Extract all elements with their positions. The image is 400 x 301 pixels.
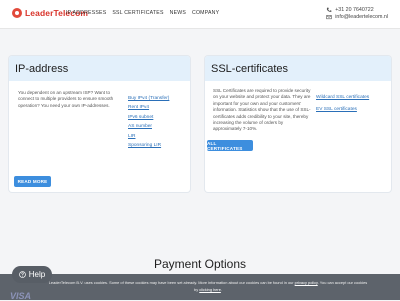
ip-links: Buy IPv4 (Transfer) Rent IPv4 IPv6 subne… bbox=[128, 96, 169, 152]
ip-address-card: IP-address You dependent on an upstream … bbox=[9, 56, 190, 192]
nav-ip-addresses[interactable]: IP ADDRESSES bbox=[66, 10, 106, 16]
phone-icon bbox=[327, 7, 332, 12]
accept-cookies-link[interactable]: clicking here bbox=[199, 287, 221, 292]
main-nav: IP ADDRESSES SSL CERTIFICATES NEWS COMPA… bbox=[66, 10, 219, 16]
ssl-card-title: SSL-certificates bbox=[205, 56, 391, 81]
logo-icon bbox=[12, 8, 22, 18]
cookie-bar: LeaderTelecom B.V. uses cookies. Some of… bbox=[0, 274, 400, 300]
help-label: Help bbox=[28, 270, 46, 279]
phone-number: +31 20 7640722 bbox=[335, 6, 374, 13]
ssl-card-description: SSL Certificates are required to provide… bbox=[213, 88, 311, 132]
nav-news[interactable]: NEWS bbox=[170, 10, 186, 16]
question-icon bbox=[18, 271, 26, 278]
contact-info: +31 20 7640722 info@leadertelecom.nl bbox=[326, 6, 388, 20]
cookie-text-1: LeaderTelecom B.V. uses cookies. Some of… bbox=[48, 280, 295, 285]
cookie-text-3: . bbox=[220, 287, 222, 292]
all-certificates-button[interactable]: ALL CERTIFICATES bbox=[207, 140, 253, 151]
link-ipv6-subnet[interactable]: IPv6 subnet bbox=[128, 115, 169, 124]
privacy-policy-link[interactable]: privacy policy bbox=[295, 280, 318, 285]
ip-card-description: You dependent on an upstream ISP? Want t… bbox=[18, 90, 114, 108]
link-rent-ipv4[interactable]: Rent IPv4 bbox=[128, 105, 169, 114]
ssl-links: Wildcard SSL certificates EV SSL certifi… bbox=[316, 95, 369, 119]
ssl-certificates-card: SSL-certificates SSL Certificates are re… bbox=[205, 56, 391, 192]
link-lir[interactable]: LIR bbox=[128, 134, 169, 143]
phone-line[interactable]: +31 20 7640722 bbox=[326, 6, 388, 13]
link-buy-ipv4[interactable]: Buy IPv4 (Transfer) bbox=[128, 96, 169, 105]
link-sponsoring-lir[interactable]: Sponsoring LIR bbox=[128, 143, 169, 152]
read-more-button[interactable]: READ MORE bbox=[14, 176, 51, 187]
nav-ssl-certificates[interactable]: SSL CERTIFICATES bbox=[112, 10, 163, 16]
cookie-notice: LeaderTelecom B.V. uses cookies. Some of… bbox=[48, 279, 368, 293]
nav-company[interactable]: COMPANY bbox=[192, 10, 219, 16]
ip-card-title: IP-address bbox=[9, 56, 190, 81]
link-as-number[interactable]: AS number bbox=[128, 124, 169, 133]
site-header: LeaderTelecom IP ADDRESSES SSL CERTIFICA… bbox=[0, 0, 400, 29]
link-wildcard-ssl[interactable]: Wildcard SSL certificates bbox=[316, 95, 369, 107]
email-address: info@leadertelecom.nl bbox=[335, 13, 388, 20]
link-ev-ssl[interactable]: EV SSL certificates bbox=[316, 107, 369, 119]
email-line[interactable]: info@leadertelecom.nl bbox=[326, 13, 388, 20]
payment-options-title: Payment Options bbox=[153, 257, 247, 271]
mail-icon bbox=[326, 14, 332, 19]
help-button[interactable]: Help bbox=[12, 266, 52, 283]
